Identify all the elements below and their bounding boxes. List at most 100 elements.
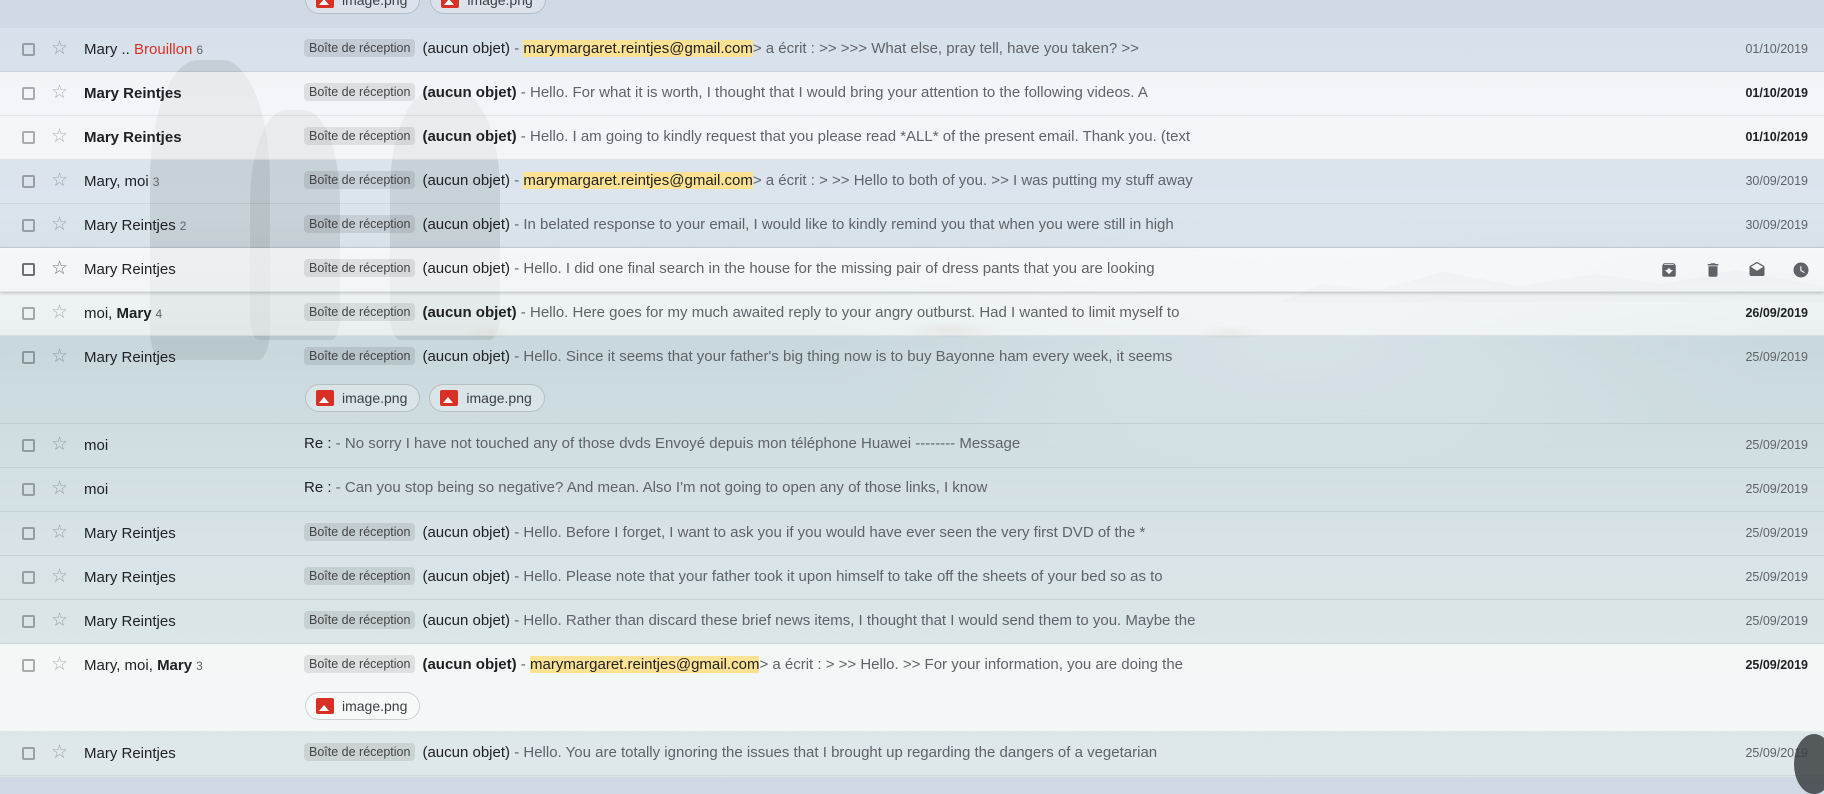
- inbox-label-badge: Boîte de réception: [304, 215, 416, 233]
- attachment-chip[interactable]: image.png: [305, 692, 421, 720]
- snippet-separator: -: [510, 260, 524, 277]
- snippet-separator: -: [516, 656, 530, 673]
- email-date: 30/09/2019: [1745, 218, 1808, 232]
- inbox-label-badge: Boîte de réception: [304, 611, 416, 629]
- image-file-icon: [316, 698, 334, 714]
- email-date: 30/09/2019: [1745, 174, 1808, 188]
- email-subject: (aucun objet): [422, 84, 517, 101]
- email-row[interactable]: ☆ Mary Reintjes Boîte de réception (aucun o…: [0, 72, 1824, 116]
- sender-text: Mary Reintjes: [84, 261, 176, 278]
- select-checkbox[interactable]: [22, 87, 35, 100]
- email-preview: Boîte de réception (aucun objet) - Hello.…: [304, 523, 1664, 541]
- select-checkbox[interactable]: [22, 219, 35, 232]
- select-checkbox[interactable]: [22, 747, 35, 760]
- star-icon[interactable]: ☆: [51, 127, 68, 147]
- email-subject: (aucun objet): [422, 524, 511, 541]
- floating-action-button[interactable]: [1794, 734, 1824, 794]
- email-row[interactable]: ☆ Mary Reintjes Boîte de réception (aucun o…: [0, 732, 1824, 776]
- email-date: 01/10/2019: [1745, 86, 1808, 100]
- archive-icon[interactable]: [1658, 259, 1680, 281]
- email-row[interactable]: ☆ Mary Reintjes Boîte de réception (aucun o…: [0, 600, 1824, 644]
- star-icon[interactable]: ☆: [51, 743, 68, 763]
- attachment-chip[interactable]: image.png: [429, 384, 545, 412]
- image-file-icon: [316, 390, 334, 406]
- mark-read-icon[interactable]: [1746, 259, 1768, 281]
- select-checkbox[interactable]: [22, 351, 35, 364]
- email-subject: (aucun objet): [422, 656, 517, 673]
- email-subject: Re :: [304, 435, 332, 452]
- email-row[interactable]: ☆ Mary Reintjes 2 Boîte de réception (aucun …: [0, 204, 1824, 248]
- snippet-separator: -: [510, 348, 524, 365]
- email-row[interactable]: ☆ Mary, moi, Mary 3 Boîte de réception (aucu…: [0, 644, 1824, 732]
- email-date: 25/09/2019: [1745, 570, 1808, 584]
- star-icon[interactable]: ☆: [51, 171, 68, 191]
- email-snippet: Hello. Since it seems that your father's…: [523, 348, 1173, 365]
- star-icon[interactable]: ☆: [51, 83, 68, 103]
- attachment-chip[interactable]: image.png: [305, 0, 421, 14]
- select-checkbox[interactable]: [22, 131, 35, 144]
- sender-name: Mary Reintjes: [84, 525, 294, 542]
- email-row[interactable]: ☆ moi Re : - Can you stop being so negativ…: [0, 468, 1824, 512]
- email-preview: Boîte de réception (aucun objet) - Hello.…: [304, 127, 1664, 145]
- select-checkbox[interactable]: [22, 263, 35, 276]
- sender-name: Mary Reintjes 2: [84, 217, 294, 234]
- star-icon[interactable]: ☆: [51, 347, 68, 367]
- email-row[interactable]: ☆ Mary Reintjes Boîte de réception (aucun o…: [0, 248, 1824, 292]
- sender-name: Mary Reintjes: [84, 349, 294, 366]
- star-icon[interactable]: ☆: [51, 303, 68, 323]
- sender-text: Mary, moi,: [84, 657, 158, 674]
- select-checkbox[interactable]: [22, 43, 35, 56]
- inbox-label-badge: Boîte de réception: [304, 127, 416, 145]
- email-row[interactable]: ☆ Mary Reintjes Boîte de réception (aucun o…: [0, 512, 1824, 556]
- select-checkbox[interactable]: [22, 571, 35, 584]
- star-icon[interactable]: ☆: [51, 567, 68, 587]
- select-checkbox[interactable]: [22, 175, 35, 188]
- email-row[interactable]: ☆ Mary .. Brouillon 6 Boîte de réception (au…: [0, 28, 1824, 72]
- select-checkbox[interactable]: [22, 483, 35, 496]
- email-row[interactable]: ☆ Mary, moi 3 Boîte de réception (aucun obje…: [0, 160, 1824, 204]
- sender-name: Mary Reintjes: [84, 745, 294, 762]
- star-icon[interactable]: ☆: [51, 39, 68, 59]
- email-row[interactable]: ☆ Mary Reintjes Boîte de réception (aucun o…: [0, 556, 1824, 600]
- inbox-label-badge: Boîte de réception: [304, 743, 416, 761]
- sender-text: Mary Reintjes: [84, 217, 176, 234]
- email-row[interactable]: ☆ Mary Reintjes Boîte de réception (aucun o…: [0, 336, 1824, 424]
- select-checkbox[interactable]: [22, 439, 35, 452]
- thread-count: 3: [196, 659, 203, 673]
- email-row[interactable]: ☆ Mary Reintjes Boîte de réception (aucun o…: [0, 116, 1824, 160]
- inbox-label-badge: Boîte de réception: [304, 171, 416, 189]
- email-row[interactable]: ☆ moi Re : - No sorry I have not touched a…: [0, 424, 1824, 468]
- thread-count: 3: [152, 175, 160, 189]
- email-snippet: Hello. I did one final search in the hou…: [523, 260, 1155, 277]
- star-icon[interactable]: ☆: [51, 655, 68, 675]
- row-hover-actions: [1658, 259, 1812, 281]
- attachment-list: image.png: [305, 692, 421, 720]
- attachment-chip[interactable]: image.png: [305, 384, 421, 412]
- email-snippet: Hello. For what it is worth, I thought t…: [529, 84, 1148, 101]
- attachment-chip[interactable]: image.png: [430, 0, 546, 14]
- snippet-separator: -: [516, 128, 530, 145]
- star-icon[interactable]: ☆: [51, 479, 68, 499]
- snooze-icon[interactable]: [1790, 259, 1812, 281]
- star-icon[interactable]: ☆: [51, 523, 68, 543]
- star-icon[interactable]: ☆: [51, 215, 68, 235]
- email-subject: (aucun objet): [422, 128, 517, 145]
- star-icon[interactable]: ☆: [51, 435, 68, 455]
- snippet-separator: -: [331, 479, 345, 496]
- sender-name: moi: [84, 437, 294, 454]
- email-snippet: In belated response to your email, I wou…: [523, 216, 1174, 233]
- email-preview: Boîte de réception (aucun objet) - maryma…: [304, 655, 1664, 673]
- select-checkbox[interactable]: [22, 659, 35, 672]
- snippet-separator: -: [510, 612, 524, 629]
- email-date: 01/10/2019: [1745, 130, 1808, 144]
- select-checkbox[interactable]: [22, 527, 35, 540]
- select-checkbox[interactable]: [22, 615, 35, 628]
- snippet-separator: -: [510, 216, 524, 233]
- sender-text: Mary Reintjes: [84, 85, 182, 102]
- sender-text: Mary Reintjes: [84, 613, 176, 630]
- star-icon[interactable]: ☆: [51, 259, 68, 279]
- delete-icon[interactable]: [1702, 259, 1724, 281]
- select-checkbox[interactable]: [22, 307, 35, 320]
- email-row[interactable]: ☆ moi, Mary 4 Boîte de réception (aucun obje…: [0, 292, 1824, 336]
- star-icon[interactable]: ☆: [51, 611, 68, 631]
